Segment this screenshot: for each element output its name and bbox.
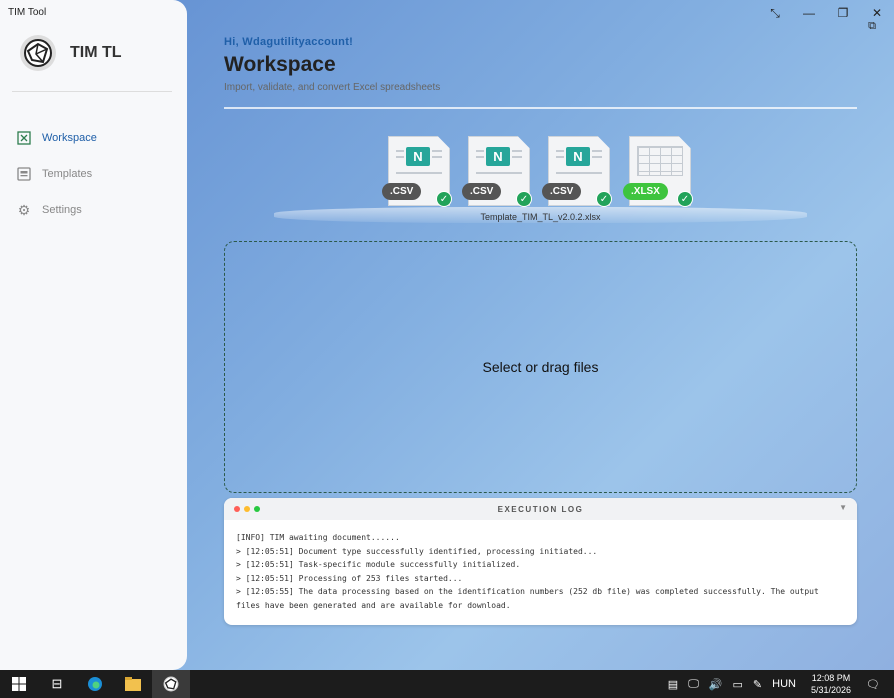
file-dropzone[interactable]: Select or drag files [224, 241, 857, 493]
volume-icon[interactable]: 🔊 [709, 678, 723, 691]
minimize-button[interactable]: — [792, 0, 826, 26]
maximize-button[interactable]: ❐ [826, 0, 860, 26]
log-line: [INFO] TIM awaiting document...... [236, 533, 400, 542]
log-header: EXECUTION LOG ▼ [224, 498, 857, 520]
taskbar: ⊟ ▤ 🖵 🔊 ▭ ✎ HUN 12:08 PM 5/31/2026 🗨 [0, 670, 894, 698]
clock-time: 12:08 PM [811, 673, 851, 683]
file-tray: N .CSV ✓ N .CSV ✓ N .CSV ✓ .XLSX ✓ Templ… [224, 130, 857, 230]
log-title: EXECUTION LOG [497, 504, 584, 514]
brand-name: TIM TL [70, 44, 122, 61]
template-filename: Template_TIM_TL_v2.0.2.xlsx [480, 212, 601, 222]
log-body: [INFO] TIM awaiting document...... > [12… [224, 520, 857, 612]
sidebar-item-settings[interactable]: ⚙ Settings [16, 192, 176, 228]
sidebar-item-label: Workspace [42, 132, 97, 144]
resize-icon[interactable]: ⤡ [758, 0, 792, 26]
check-icon: ✓ [436, 191, 452, 207]
page-subtitle: Import, validate, and convert Excel spre… [224, 82, 441, 93]
dropzone-label: Select or drag files [482, 359, 599, 375]
file-ext-badge: .CSV [462, 183, 502, 200]
chevron-down-icon[interactable]: ▼ [839, 503, 847, 512]
sidebar-nav: Workspace Templates ⚙ Settings [16, 120, 176, 228]
brand: TIM TL [20, 35, 122, 71]
template-icon [16, 166, 32, 182]
language-indicator[interactable]: HUN [772, 678, 796, 690]
tim-tool-taskbar-icon[interactable] [152, 670, 190, 698]
check-icon: ✓ [677, 191, 693, 207]
check-icon: ✓ [596, 191, 612, 207]
sidebar: TIM TL Workspace Templates ⚙ Settings [0, 0, 187, 670]
sidebar-divider [12, 91, 172, 92]
file-ext-badge: .XLSX [623, 183, 668, 200]
check-icon: ✓ [516, 191, 532, 207]
page-title: Workspace [224, 53, 336, 76]
sidebar-item-workspace[interactable]: Workspace [16, 120, 176, 156]
log-line: > [12:05:51] Task-specific module succes… [236, 560, 521, 569]
edge-browser-icon[interactable] [76, 670, 114, 698]
sidebar-item-templates[interactable]: Templates [16, 156, 176, 192]
gear-icon: ⚙ [17, 201, 31, 218]
file-ext-badge: .CSV [542, 183, 582, 200]
csv-file-icon: N .CSV ✓ [542, 136, 612, 207]
execution-log: EXECUTION LOG ▼ [INFO] TIM awaiting docu… [224, 498, 857, 625]
excel-icon [16, 130, 32, 146]
xlsx-file-icon: .XLSX ✓ [623, 136, 693, 207]
app-window: TIM Tool ⤡ — ❐ ✕ ⧉ TIM TL Workspace Temp… [0, 0, 894, 670]
file-ext-badge: .CSV [382, 183, 422, 200]
pen-icon[interactable]: ✎ [753, 678, 762, 691]
log-line: > [12:05:51] Processing of 253 files sta… [236, 573, 463, 583]
window-title: TIM Tool [8, 7, 47, 18]
csv-file-icon: N .CSV ✓ [382, 136, 452, 207]
battery-icon[interactable]: ▭ [733, 678, 743, 691]
csv-file-icon: N .CSV ✓ [462, 136, 532, 207]
file-explorer-icon[interactable] [114, 670, 152, 698]
clock-date: 5/31/2026 [810, 685, 852, 695]
log-line: > [12:05:55] The data processing based o… [236, 587, 819, 610]
log-line: > [12:05:51] Document type successfully … [236, 546, 598, 556]
sidebar-item-label: Settings [42, 204, 82, 216]
greeting: Hi, Wdagutilityaccount! [224, 36, 354, 48]
title-divider [224, 107, 857, 109]
clock[interactable]: 12:08 PM 5/31/2026 [811, 672, 851, 696]
notification-icon[interactable]: 🗨 [866, 678, 880, 691]
sidebar-item-label: Templates [42, 168, 93, 180]
system-tray: ▤ 🖵 🔊 ▭ ✎ HUN 12:08 PM 5/31/2026 🗨 [663, 670, 894, 698]
restore-icon[interactable]: ⧉ [868, 20, 876, 33]
news-icon[interactable]: ▤ [668, 678, 678, 691]
network-icon[interactable]: 🖵 [688, 678, 699, 691]
close-button[interactable]: ✕ [860, 0, 894, 26]
logo-icon [20, 35, 56, 71]
windows-start-icon[interactable] [0, 670, 38, 698]
task-view-icon[interactable]: ⊟ [38, 670, 76, 698]
